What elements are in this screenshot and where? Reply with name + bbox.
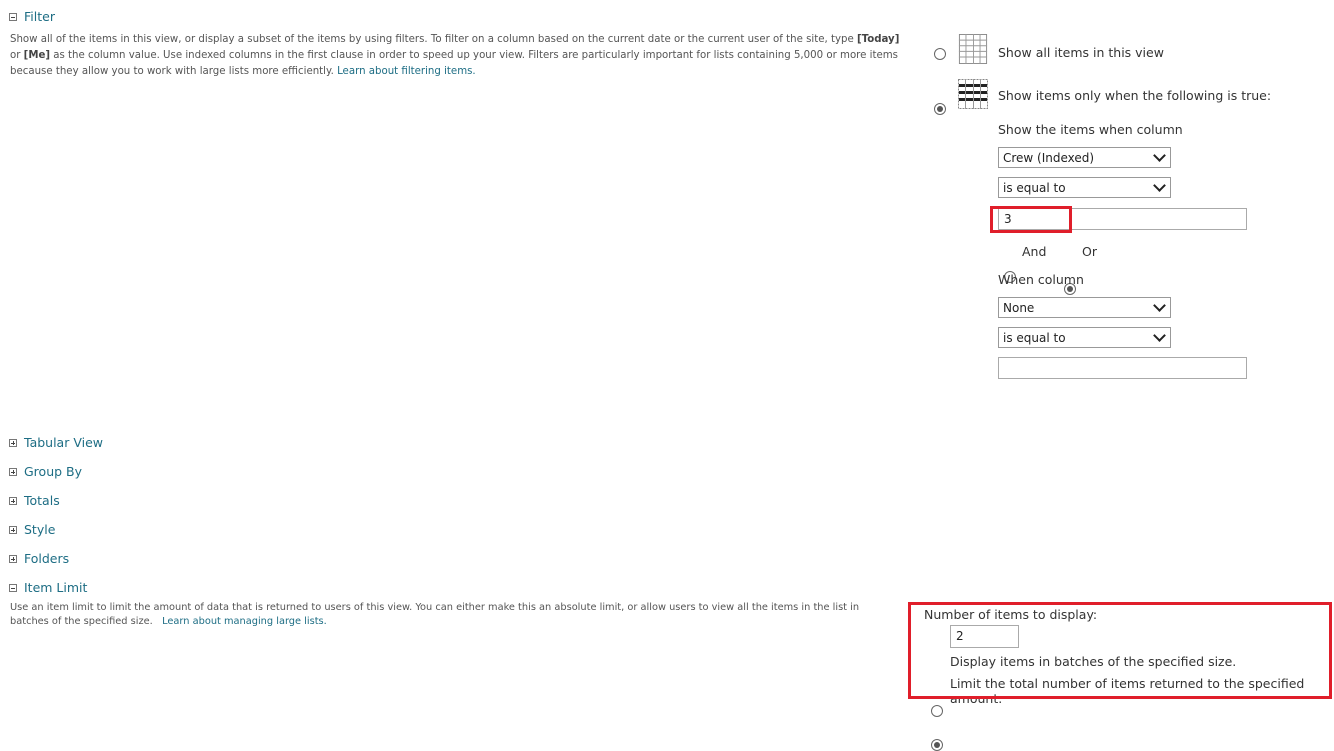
- expand-icon: [9, 496, 17, 505]
- section-folders[interactable]: Folders: [9, 551, 69, 566]
- highlight-box-item-limit: [908, 602, 1332, 699]
- section-style[interactable]: Style: [9, 522, 55, 537]
- section-title: Group By: [24, 464, 83, 479]
- chevron-down-icon: [1153, 179, 1166, 192]
- section-title: Tabular View: [24, 435, 103, 450]
- section-item-limit[interactable]: Item Limit: [9, 580, 87, 595]
- expand-icon: [9, 525, 17, 534]
- limit-radio[interactable]: [931, 739, 943, 751]
- when-column-label: When column: [998, 272, 1084, 287]
- operator1-select[interactable]: is equal to: [998, 177, 1171, 198]
- value2-input[interactable]: [998, 357, 1247, 379]
- show-filtered-label: Show items only when the following is tr…: [998, 88, 1272, 103]
- learn-filtering-link[interactable]: Learn about filtering items.: [337, 66, 476, 77]
- show-all-label: Show all items in this view: [998, 45, 1164, 60]
- collapse-icon: [9, 583, 17, 592]
- expand-icon: [9, 438, 17, 447]
- section-group-by[interactable]: Group By: [9, 464, 82, 479]
- today-token: [Today]: [856, 34, 900, 45]
- column2-select[interactable]: None: [998, 297, 1171, 318]
- column1-value: Crew (Indexed): [1003, 150, 1095, 165]
- operator2-select[interactable]: is equal to: [998, 327, 1171, 348]
- operator1-value: is equal to: [1003, 180, 1066, 195]
- chevron-down-icon: [1153, 149, 1166, 162]
- item-limit-desc-text: Use an item limit to limit the amount of…: [10, 602, 860, 627]
- section-title: Style: [24, 522, 56, 537]
- column1-select[interactable]: Crew (Indexed): [998, 147, 1171, 168]
- or-label: Or: [1082, 244, 1097, 259]
- table-grid-icon: [958, 34, 988, 64]
- collapse-icon: [9, 12, 17, 21]
- filter-desc-text2: or: [10, 50, 24, 61]
- show-all-radio[interactable]: [934, 48, 946, 60]
- show-filtered-radio[interactable]: [934, 103, 946, 115]
- operator2-value: is equal to: [1003, 330, 1066, 345]
- filter-desc-text1: Show all of the items in this view, or d…: [10, 34, 857, 45]
- section-item-limit-title: Item Limit: [24, 580, 88, 595]
- column-label: Show the items when column: [998, 122, 1183, 137]
- me-token: [Me]: [23, 50, 51, 61]
- batches-radio[interactable]: [931, 705, 943, 717]
- filtered-table-icon: [958, 79, 988, 109]
- expand-icon: [9, 554, 17, 563]
- section-tabular-view[interactable]: Tabular View: [9, 435, 103, 450]
- section-totals[interactable]: Totals: [9, 493, 60, 508]
- section-filter-title: Filter: [24, 9, 55, 24]
- section-filter[interactable]: Filter: [9, 9, 55, 24]
- filter-description: Show all of the items in this view, or d…: [10, 32, 905, 80]
- expand-icon: [9, 467, 17, 476]
- chevron-down-icon: [1153, 299, 1166, 312]
- learn-large-lists-link[interactable]: Learn about managing large lists.: [162, 616, 327, 627]
- and-label: And: [1022, 244, 1047, 259]
- chevron-down-icon: [1153, 329, 1166, 342]
- column2-value: None: [1003, 300, 1035, 315]
- section-title: Folders: [24, 551, 70, 566]
- highlight-box-value: [990, 206, 1072, 233]
- section-title: Totals: [24, 493, 60, 508]
- item-limit-description: Use an item limit to limit the amount of…: [10, 601, 890, 629]
